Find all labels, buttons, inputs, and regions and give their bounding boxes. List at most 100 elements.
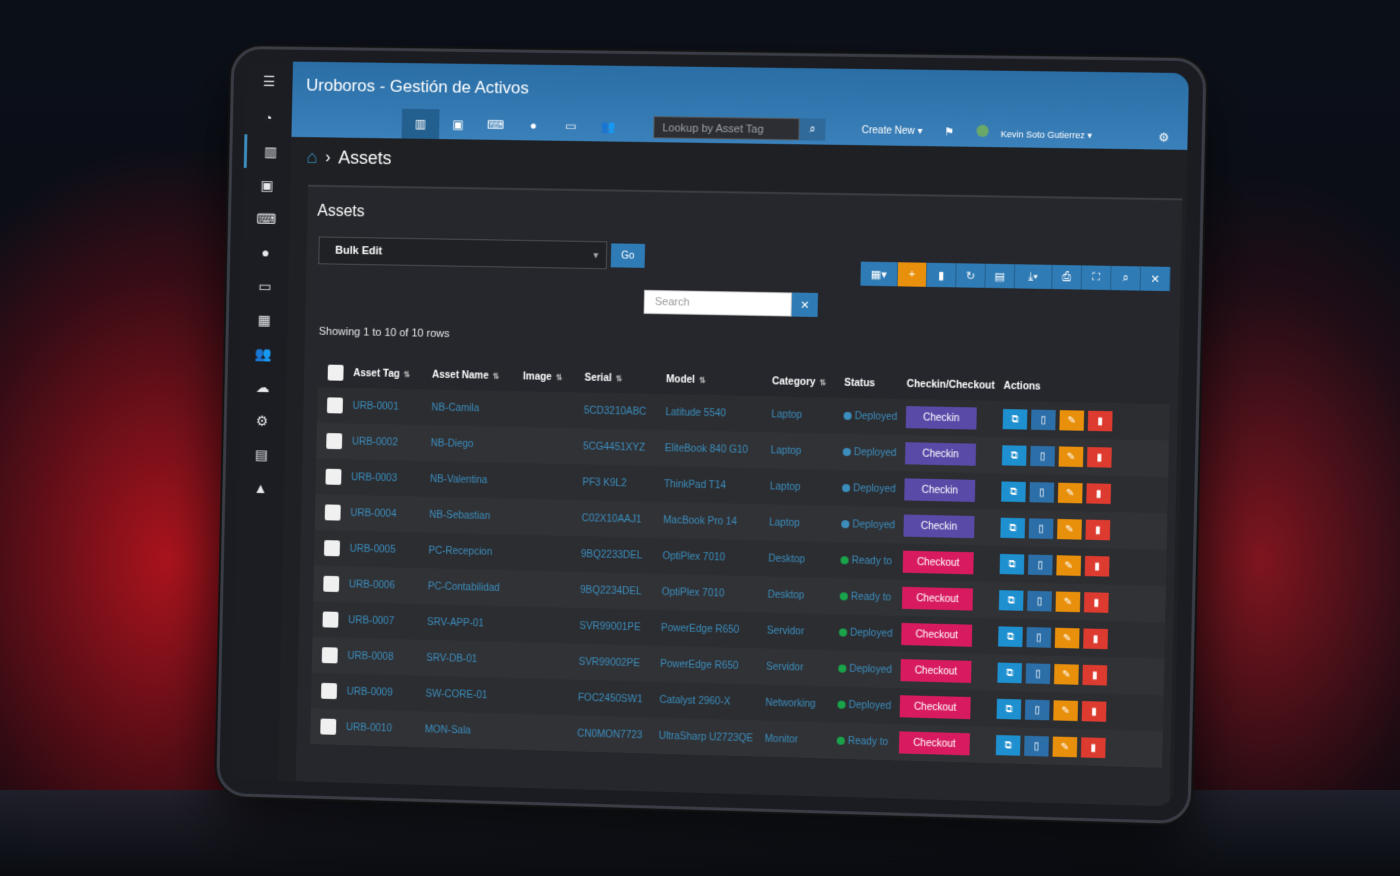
status-badge[interactable]: Ready to bbox=[836, 735, 900, 748]
nav-assets-icon[interactable]: ▥ bbox=[401, 108, 440, 140]
clipboard-icon[interactable]: ▯ bbox=[1025, 663, 1051, 685]
asset-tag-link[interactable]: URB-0010 bbox=[346, 722, 425, 735]
create-new-menu[interactable]: Create New ▾ bbox=[862, 125, 923, 137]
model-link[interactable]: Catalyst 2960-X bbox=[659, 694, 765, 708]
avatar[interactable] bbox=[976, 124, 989, 137]
clone-icon[interactable]: ⧉ bbox=[1001, 445, 1027, 466]
asset-name-link[interactable]: NB-Diego bbox=[431, 438, 522, 451]
trash-icon[interactable]: ▮ bbox=[1086, 483, 1112, 505]
tools-icon[interactable]: ✕ bbox=[1140, 266, 1171, 292]
row-checkbox[interactable] bbox=[316, 468, 352, 485]
clipboard-icon[interactable]: ▯ bbox=[1028, 518, 1054, 540]
trash-icon[interactable]: ▮ bbox=[1081, 701, 1107, 722]
clipboard-icon[interactable]: ▯ bbox=[1030, 409, 1056, 431]
checkout-button[interactable]: Checkout bbox=[902, 550, 974, 575]
serial-cell[interactable]: CN0MON7723 bbox=[577, 728, 659, 741]
bulk-action-select[interactable]: Bulk Edit ▾ bbox=[318, 236, 608, 270]
model-link[interactable]: MacBook Pro 14 bbox=[663, 515, 769, 528]
clone-icon[interactable]: ⧉ bbox=[1002, 408, 1028, 430]
nav-licenses-icon[interactable]: ▣ bbox=[439, 109, 477, 139]
fullscreen-icon[interactable]: ⛶ bbox=[1081, 265, 1112, 291]
trash-icon[interactable]: ▮ bbox=[1085, 519, 1111, 541]
clear-search-icon[interactable]: ✕ bbox=[791, 292, 819, 318]
asset-name-link[interactable]: NB-Sebastian bbox=[429, 509, 520, 522]
checkin-button[interactable]: Checkin bbox=[903, 514, 975, 539]
dashboard-icon[interactable]: ◔ bbox=[244, 101, 292, 135]
asset-tag-link[interactable]: URB-0002 bbox=[352, 436, 431, 449]
status-badge[interactable]: Deployed bbox=[837, 699, 900, 712]
asset-tag-link[interactable]: URB-0009 bbox=[347, 686, 426, 699]
category-link[interactable]: Desktop bbox=[768, 553, 840, 566]
checkout-button[interactable]: Checkout bbox=[899, 695, 971, 720]
home-icon[interactable]: ⌂ bbox=[306, 147, 318, 168]
pencil-icon[interactable]: ✎ bbox=[1053, 700, 1079, 722]
col-status[interactable]: Status bbox=[844, 377, 907, 389]
col-category[interactable]: Category ⇅ bbox=[772, 376, 844, 388]
clipboard-icon[interactable]: ▯ bbox=[1030, 445, 1055, 467]
download-icon[interactable]: ⤓▾ bbox=[1014, 264, 1053, 290]
trash-icon[interactable]: ▮ bbox=[1080, 737, 1106, 759]
asset-tag-link[interactable]: URB-0001 bbox=[353, 400, 432, 413]
asset-tag-link[interactable]: URB-0005 bbox=[350, 543, 429, 556]
bell-icon[interactable]: ▲ bbox=[237, 471, 285, 506]
settings-icon[interactable]: ⚙ bbox=[1158, 130, 1169, 144]
checkout-button[interactable]: Checkout bbox=[901, 622, 973, 647]
checkin-button[interactable]: Checkin bbox=[905, 406, 977, 430]
asset-tag-link[interactable]: URB-0007 bbox=[348, 615, 427, 628]
lookup-search-icon[interactable]: ⌕ bbox=[799, 118, 826, 141]
user-menu[interactable]: Kevin Soto Gutierrez ▾ bbox=[1001, 129, 1093, 141]
asset-tag-link[interactable]: URB-0004 bbox=[350, 507, 429, 520]
status-badge[interactable]: Deployed bbox=[843, 410, 906, 422]
app-title[interactable]: Uroboros - Gestión de Activos bbox=[306, 76, 529, 99]
drop-icon[interactable]: ● bbox=[242, 235, 290, 269]
category-link[interactable]: Monitor bbox=[764, 733, 836, 746]
search-icon[interactable]: ⌕ bbox=[1111, 265, 1142, 291]
serial-cell[interactable]: SVR99002PE bbox=[579, 656, 661, 669]
status-badge[interactable]: Ready to bbox=[840, 555, 903, 568]
clipboard-icon[interactable]: ▯ bbox=[1024, 699, 1050, 721]
serial-cell[interactable]: C02X10AAJ1 bbox=[582, 513, 664, 526]
model-link[interactable]: OptiPlex 7010 bbox=[662, 551, 768, 564]
nav-users-icon[interactable]: 👥 bbox=[590, 111, 628, 141]
col-serial[interactable]: Serial ⇅ bbox=[584, 372, 666, 385]
asset-name-link[interactable]: SW-CORE-01 bbox=[425, 688, 516, 701]
category-link[interactable]: Servidor bbox=[767, 625, 839, 638]
trash-icon[interactable]: ▮ bbox=[1083, 628, 1108, 650]
clipboard-icon[interactable]: ▯ bbox=[1026, 627, 1052, 648]
row-checkbox[interactable] bbox=[313, 575, 349, 593]
checkout-button[interactable]: Checkout bbox=[900, 659, 972, 683]
nav-consumables-icon[interactable]: ● bbox=[514, 110, 552, 140]
status-badge[interactable]: Deployed bbox=[841, 482, 905, 495]
barcode-icon[interactable]: ▥ bbox=[243, 134, 295, 169]
model-link[interactable]: UltraSharp U2723QE bbox=[659, 730, 765, 744]
checkout-button[interactable]: Checkout bbox=[898, 731, 970, 756]
trash-icon[interactable]: ▮ bbox=[1083, 592, 1109, 613]
print-icon[interactable]: ⎙ bbox=[1052, 264, 1083, 290]
status-badge[interactable]: Ready to bbox=[839, 591, 903, 604]
pencil-icon[interactable]: ✎ bbox=[1052, 736, 1078, 758]
category-link[interactable]: Laptop bbox=[769, 517, 841, 530]
col-asset-tag[interactable]: Asset Tag ⇅ bbox=[353, 368, 432, 380]
asset-name-link[interactable]: SRV-APP-01 bbox=[427, 617, 518, 630]
row-checkbox[interactable] bbox=[311, 682, 347, 700]
clone-icon[interactable]: ⧉ bbox=[997, 662, 1023, 684]
asset-name-link[interactable]: NB-Camila bbox=[431, 402, 522, 415]
asset-name-link[interactable]: NB-Valentina bbox=[430, 473, 521, 486]
nav-components-icon[interactable]: ▭ bbox=[552, 111, 590, 141]
checkin-button[interactable]: Checkin bbox=[904, 442, 977, 466]
row-checkbox[interactable] bbox=[315, 504, 351, 521]
serial-cell[interactable]: 9BQ2234DEL bbox=[580, 584, 662, 597]
clone-icon[interactable]: ⧉ bbox=[998, 590, 1024, 611]
col-image[interactable]: Image ⇅ bbox=[523, 371, 585, 383]
pencil-icon[interactable]: ✎ bbox=[1057, 482, 1083, 504]
row-checkbox[interactable] bbox=[310, 718, 346, 735]
clipboard-icon[interactable]: ▯ bbox=[1027, 590, 1052, 612]
pencil-icon[interactable]: ✎ bbox=[1054, 664, 1079, 685]
checkout-button[interactable]: Checkout bbox=[901, 586, 973, 611]
serial-cell[interactable]: SVR99001PE bbox=[579, 620, 661, 633]
license-icon[interactable]: ▣ bbox=[243, 168, 291, 202]
clone-icon[interactable]: ⧉ bbox=[1000, 517, 1026, 539]
row-checkbox[interactable] bbox=[312, 647, 348, 664]
col-asset-name[interactable]: Asset Name ⇅ bbox=[432, 369, 523, 382]
serial-cell[interactable]: 9BQ2233DEL bbox=[581, 549, 663, 562]
